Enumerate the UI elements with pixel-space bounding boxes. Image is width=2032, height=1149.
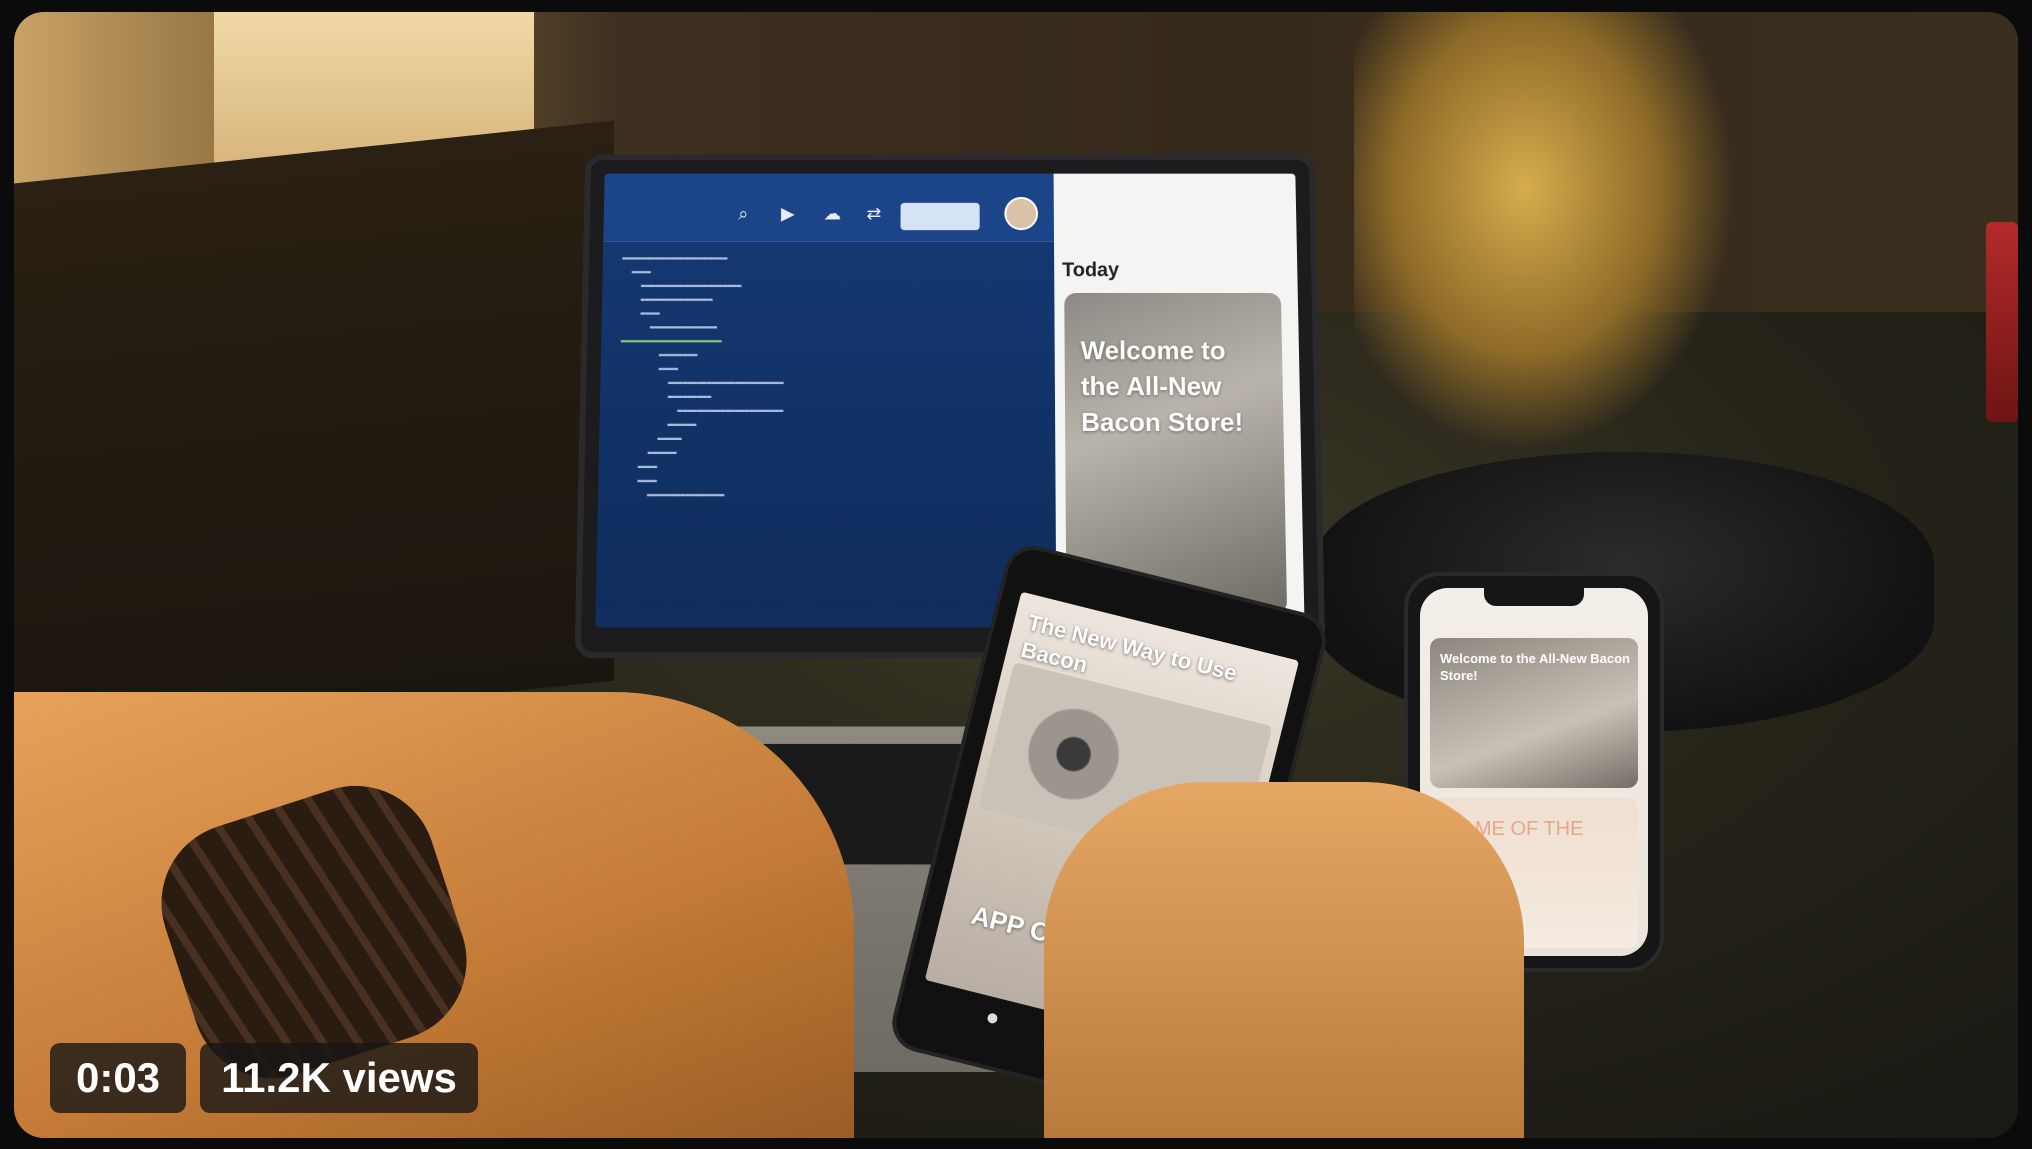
share-icon: ⇄ [866, 203, 882, 224]
code-line: ▬▬▬▬ [611, 308, 660, 318]
video-player[interactable]: ⌕ ▶ ☁ ⇄ ▬▬▬▬▬▬▬▬▬▬▬▬▬▬▬▬▬▬▬▬▬▬ ▬▬▬▬ ▬▬▬▬… [0, 0, 2032, 1149]
laptop-lid: ⌕ ▶ ☁ ⇄ ▬▬▬▬▬▬▬▬▬▬▬▬▬▬▬▬▬▬▬▬▬▬ ▬▬▬▬ ▬▬▬▬… [574, 154, 1326, 659]
code-line: ▬▬▬▬▬▬ [609, 419, 697, 429]
run-button [900, 202, 980, 231]
editor-toolbar: ⌕ ▶ ☁ ⇄ [603, 173, 1055, 242]
code-line: ▬▬▬▬▬▬▬▬ [610, 350, 698, 360]
preview-card-title: Welcome to the All-New Bacon Store! [1080, 335, 1244, 437]
search-icon: ⌕ [738, 203, 749, 224]
code-line: ▬▬▬▬▬▬▬▬▬▬▬▬▬▬▬▬▬▬▬▬▬ [611, 336, 722, 346]
code-line: ▬▬▬▬▬▬▬▬▬ [610, 392, 712, 402]
preview-title: Today [1062, 259, 1120, 282]
scene-table-edge [14, 120, 614, 744]
views-badge: 11.2K views [200, 1043, 478, 1113]
code-line: ▬▬▬▬ [608, 476, 657, 486]
gold-statue [1354, 12, 1734, 452]
cloud-icon: ☁ [823, 203, 842, 224]
code-line: ▬▬▬▬ [612, 267, 651, 277]
laptop-screen: ⌕ ▶ ☁ ⇄ ▬▬▬▬▬▬▬▬▬▬▬▬▬▬▬▬▬▬▬▬▬▬ ▬▬▬▬ ▬▬▬▬… [595, 173, 1305, 628]
code-editor-pane: ⌕ ▶ ☁ ⇄ ▬▬▬▬▬▬▬▬▬▬▬▬▬▬▬▬▬▬▬▬▬▬ ▬▬▬▬ ▬▬▬▬… [595, 173, 1057, 628]
iphone-card: Welcome to the All-New Bacon Store! [1430, 638, 1638, 788]
avatar [1004, 196, 1039, 231]
editor-status-bar [595, 606, 1057, 628]
code-line: ▬▬▬▬▬▬▬▬▬▬▬▬▬▬▬▬ [608, 490, 725, 500]
nav-dot [986, 1012, 999, 1025]
code-line: ▬▬▬▬▬ [609, 433, 682, 443]
play-icon: ▶ [780, 203, 795, 224]
timestamp-badge: 0:03 [50, 1043, 186, 1113]
video-frame[interactable]: ⌕ ▶ ☁ ⇄ ▬▬▬▬▬▬▬▬▬▬▬▬▬▬▬▬▬▬▬▬▬▬ ▬▬▬▬ ▬▬▬▬… [14, 12, 2018, 1138]
code-line: ▬▬▬▬▬▬▬▬▬▬▬▬▬▬▬▬▬▬▬▬▬ [612, 281, 742, 291]
code-area: ▬▬▬▬▬▬▬▬▬▬▬▬▬▬▬▬▬▬▬▬▬▬ ▬▬▬▬ ▬▬▬▬▬▬▬▬▬▬▬▬… [606, 252, 1051, 612]
code-line: ▬▬▬▬▬▬▬▬▬▬▬▬▬▬▬ [611, 294, 713, 304]
iphone-notch [1484, 588, 1584, 606]
code-line: ▬▬▬▬ [608, 462, 658, 472]
right-hand [1044, 782, 1524, 1138]
iphone-card-title: Welcome to the All-New Bacon Store! [1440, 651, 1630, 683]
code-line: ▬▬▬▬▬▬▬▬▬▬▬▬▬▬▬▬▬▬▬▬▬▬ [609, 405, 784, 415]
code-line: ▬▬▬▬▬▬ [608, 448, 677, 458]
code-line: ▬▬▬▬▬▬▬▬▬▬▬▬▬▬▬▬▬▬▬▬▬▬ [612, 253, 728, 263]
code-line: ▬▬▬▬▬▬▬▬▬▬▬▬▬▬ [611, 322, 718, 332]
red-object [1986, 222, 2018, 422]
code-line: ▬▬▬▬▬▬▬▬▬▬▬▬▬▬▬▬▬▬▬▬▬▬▬▬ [610, 378, 784, 388]
code-line: ▬▬▬▬ [610, 364, 679, 374]
